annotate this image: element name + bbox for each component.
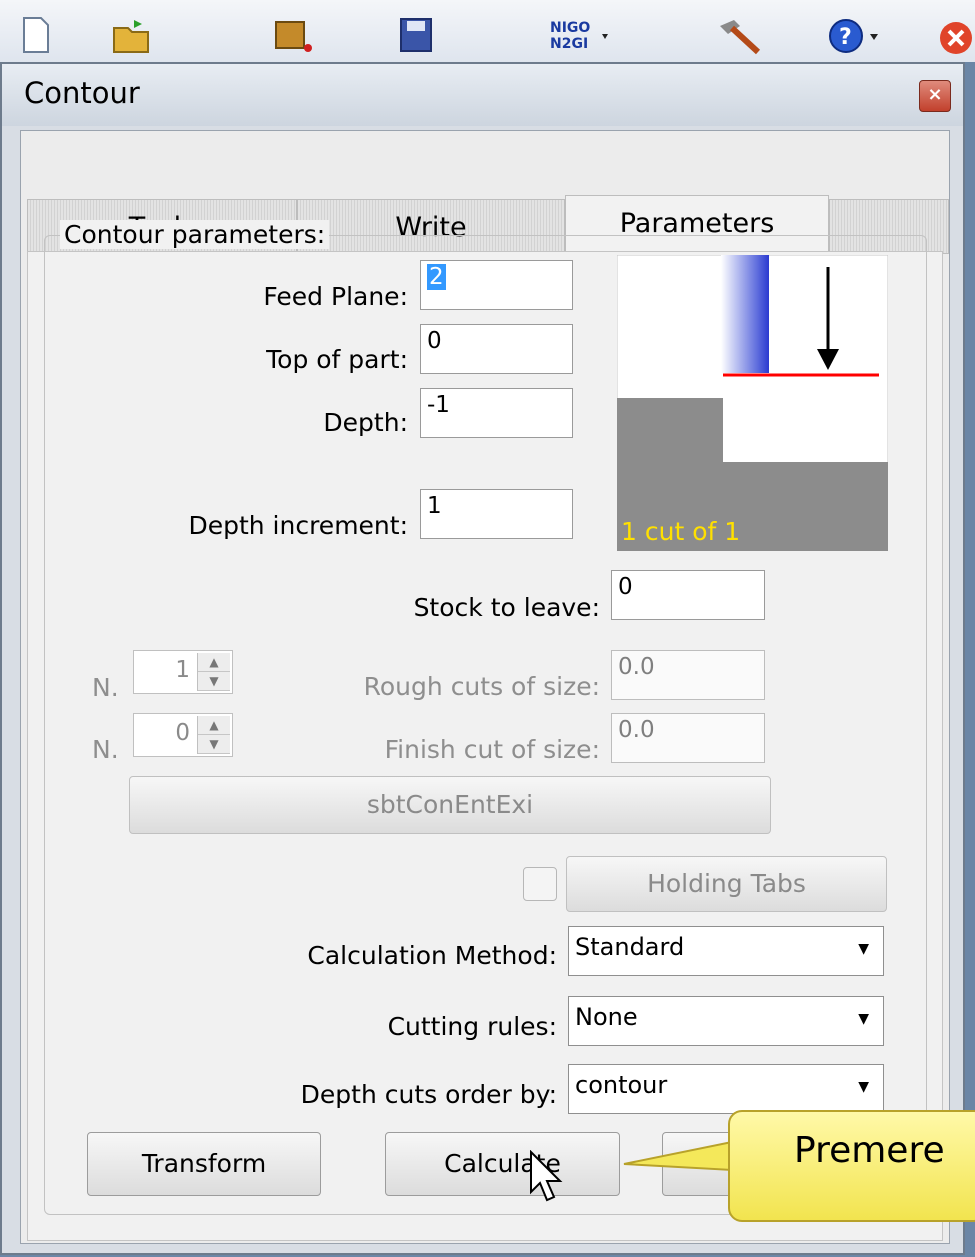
nc-code-icon[interactable]: NIGON2GI [548, 16, 618, 54]
depth-increment-input[interactable]: 1 [420, 489, 573, 539]
rough-cuts-count: 1 [175, 657, 190, 683]
spin-down-icon[interactable]: ▼ [198, 672, 230, 691]
new-file-icon[interactable] [22, 16, 50, 54]
holding-tabs-checkbox[interactable] [523, 867, 557, 901]
title-bar: Contour × [2, 64, 963, 126]
svg-text:NIGO: NIGO [550, 20, 590, 36]
close-button[interactable]: × [919, 80, 951, 112]
entry-exit-label: sbtConEntExi [366, 790, 534, 819]
spinner-arrows[interactable]: ▲ ▼ [197, 653, 230, 691]
transform-button[interactable]: Transform [87, 1132, 321, 1196]
rough-cuts-label: Rough cuts of size: [363, 672, 600, 701]
rough-n-label: N. [92, 673, 119, 702]
top-of-part-input[interactable]: 0 [420, 324, 573, 374]
select-tool-icon[interactable] [270, 16, 314, 54]
top-of-part-label: Top of part: [266, 345, 408, 374]
top-of-part-value: 0 [427, 328, 442, 354]
holding-tabs-button[interactable]: Holding Tabs [566, 856, 887, 912]
close-icon: × [927, 84, 943, 105]
callout-pointer [623, 1140, 733, 1172]
callout-text: Premere [794, 1130, 945, 1171]
finish-cut-label: Finish cut of size: [384, 735, 600, 764]
finish-cut-count: 0 [175, 720, 190, 746]
open-folder-icon[interactable] [112, 16, 152, 54]
cutting-rules-value: None [575, 1003, 638, 1031]
feed-plane-input[interactable]: 2 [420, 260, 573, 310]
calculate-button[interactable]: Calculate [385, 1132, 620, 1196]
rough-cuts-size-value: 0.0 [618, 654, 655, 680]
depth-value: -1 [427, 392, 450, 418]
feed-plane-label: Feed Plane: [263, 282, 408, 311]
tooltip-callout: Premere [728, 1110, 975, 1222]
rough-cuts-count-spinner[interactable]: 1 ▲ ▼ [133, 650, 233, 694]
spinner-arrows[interactable]: ▲ ▼ [197, 716, 230, 754]
entry-exit-button[interactable]: sbtConEntExi [129, 776, 771, 834]
cutting-rules-label: Cutting rules: [387, 1012, 557, 1041]
depth-label: Depth: [323, 408, 408, 437]
rough-cuts-size-input[interactable]: 0.0 [611, 650, 765, 700]
depth-input[interactable]: -1 [420, 388, 573, 438]
cutting-rules-select[interactable]: None ▼ [568, 996, 884, 1046]
chevron-down-icon: ▼ [858, 1079, 869, 1095]
finish-cut-size-value: 0.0 [618, 717, 655, 743]
window-title: Contour [24, 76, 140, 110]
calculation-method-value: Standard [575, 933, 685, 961]
feed-plane-value: 2 [427, 264, 446, 290]
spin-up-icon[interactable]: ▲ [198, 653, 230, 672]
depth-cuts-order-select[interactable]: contour ▼ [568, 1064, 884, 1114]
spin-up-icon[interactable]: ▲ [198, 716, 230, 735]
stock-to-leave-input[interactable]: 0 [611, 570, 765, 620]
save-icon[interactable] [398, 16, 434, 54]
help-icon[interactable]: ? [826, 16, 890, 54]
chevron-down-icon: ▼ [858, 1011, 869, 1027]
depth-increment-value: 1 [427, 493, 442, 519]
tool-shape [721, 255, 769, 373]
svg-text:N2GI: N2GI [550, 36, 588, 52]
calculation-method-label: Calculation Method: [307, 941, 557, 970]
finish-n-label: N. [92, 735, 119, 764]
hammer-icon[interactable] [716, 16, 764, 56]
chevron-down-icon: ▼ [858, 941, 869, 957]
finish-cut-count-spinner[interactable]: 0 ▲ ▼ [133, 713, 233, 757]
preview-caption: 1 cut of 1 [621, 517, 740, 546]
depth-cuts-order-value: contour [575, 1071, 668, 1099]
depth-preview-diagram: 1 cut of 1 [617, 255, 888, 551]
finish-cut-size-input[interactable]: 0.0 [611, 713, 765, 763]
stock-to-leave-value: 0 [618, 574, 633, 600]
mouse-cursor-icon [530, 1150, 563, 1202]
spin-down-icon[interactable]: ▼ [198, 735, 230, 754]
app-toolbar: NIGO N2GI ? [0, 0, 975, 62]
stock-to-leave-label: Stock to leave: [413, 593, 600, 622]
transform-label: Transform [141, 1149, 267, 1178]
depth-cuts-order-label: Depth cuts order by: [300, 1080, 557, 1109]
holding-tabs-label: Holding Tabs [647, 869, 806, 898]
exit-icon[interactable] [936, 16, 975, 54]
calculation-method-select[interactable]: Standard ▼ [568, 926, 884, 976]
svg-text:?: ? [839, 25, 852, 50]
group-title: Contour parameters: [60, 220, 330, 249]
depth-increment-label: Depth increment: [188, 511, 408, 540]
